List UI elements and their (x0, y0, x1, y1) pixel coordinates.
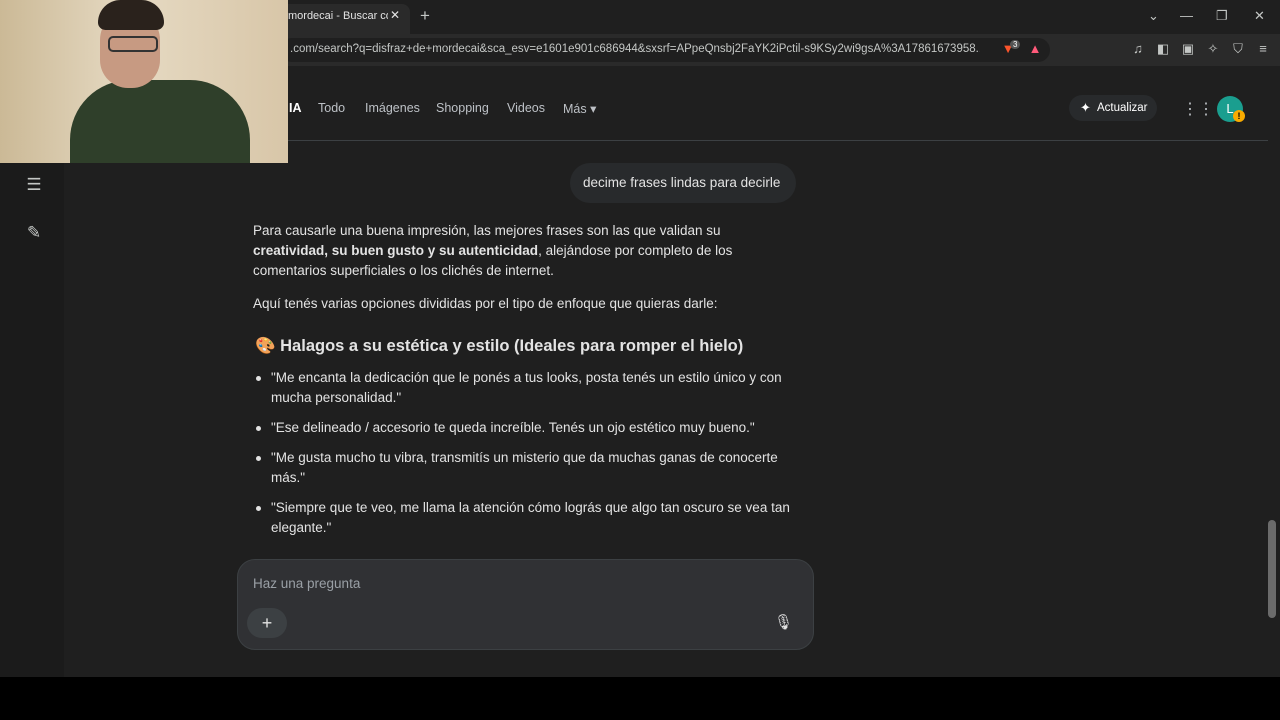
bullet-dot (256, 376, 261, 381)
restore-icon[interactable]: ❐ (1216, 8, 1228, 24)
taskbar-area (0, 677, 1280, 720)
user-message: decime frases lindas para decirle (583, 175, 781, 190)
tab-ai-mode[interactable]: IA (289, 101, 302, 115)
composer (237, 559, 814, 650)
bullet-dot (256, 456, 261, 461)
person-jacket (70, 80, 250, 163)
tab-shopping[interactable]: Shopping (436, 101, 489, 115)
history-list-icon[interactable]: ☰ (24, 175, 44, 195)
microphone-icon[interactable]: 🎙 (774, 613, 793, 631)
media-icon[interactable]: ♫ (1130, 41, 1146, 57)
person-hair (98, 0, 164, 30)
tab-videos[interactable]: Videos (507, 101, 545, 115)
response-paragraph-2: Aquí tenés varias opciones divididas por… (253, 296, 718, 311)
webcam-overlay (0, 0, 288, 163)
tab-images[interactable]: Imágenes (365, 101, 420, 115)
section-title: Halagos a su estética y estilo (Ideales … (280, 337, 744, 355)
wallet-icon[interactable]: ▣ (1180, 41, 1196, 57)
p1-lead: Para causarle una buena impresión, las m… (253, 223, 721, 238)
list-item: "Siempre que te veo, me llama la atenció… (271, 500, 790, 535)
list-item: "Ese delineado / accesorio te queda incr… (271, 420, 755, 435)
palette-icon: 🎨 (255, 337, 276, 355)
menu-icon[interactable]: ≡ (1255, 41, 1271, 57)
tab-title: mordecai - Buscar con Google (288, 10, 388, 22)
list-item: "Me encanta la dedicación que le ponés a… (271, 370, 782, 405)
url-text[interactable]: .com/search?q=disfraz+de+mordecai&sca_es… (290, 43, 980, 55)
tab-search-icon[interactable]: ⌄ (1148, 8, 1159, 24)
left-sidebar (0, 141, 64, 677)
add-attachment-button[interactable]: + (247, 608, 287, 638)
tab-more[interactable]: Más ▾ (563, 101, 596, 116)
sidebar-toggle-icon[interactable]: ◧ (1155, 41, 1171, 57)
new-chat-icon[interactable]: ✎ (24, 223, 44, 243)
leo-ai-icon[interactable]: ✧ (1205, 41, 1221, 57)
new-tab-icon[interactable]: + (420, 6, 430, 26)
bullet-dot (256, 506, 261, 511)
tab-all[interactable]: Todo (318, 101, 345, 115)
person-glasses (108, 36, 158, 52)
scrollbar-thumb[interactable] (1268, 520, 1276, 618)
minimize-icon[interactable]: — (1180, 8, 1193, 23)
tab-close-icon[interactable]: ✕ (390, 8, 400, 22)
vpn-icon[interactable]: ⛉ (1230, 41, 1246, 57)
avatar-alert-badge: ! (1233, 110, 1245, 122)
response-paragraph-1: Para causarle una buena impresión, las m… (253, 221, 793, 281)
section-heading: 🎨 Halagos a su estética y estilo (Ideale… (255, 337, 743, 356)
bullet-dot (256, 426, 261, 431)
sparkle-icon: ✦ (1080, 100, 1091, 115)
ask-input[interactable] (253, 574, 753, 592)
upgrade-label: Actualizar (1097, 102, 1148, 114)
list-item: "Me gusta mucho tu vibra, transmitís un … (271, 450, 778, 485)
p1-bold: creatividad, su buen gusto y su autentic… (253, 243, 539, 258)
close-window-icon[interactable]: ✕ (1254, 8, 1265, 24)
brave-rewards-icon[interactable]: ▲ (1027, 41, 1043, 57)
